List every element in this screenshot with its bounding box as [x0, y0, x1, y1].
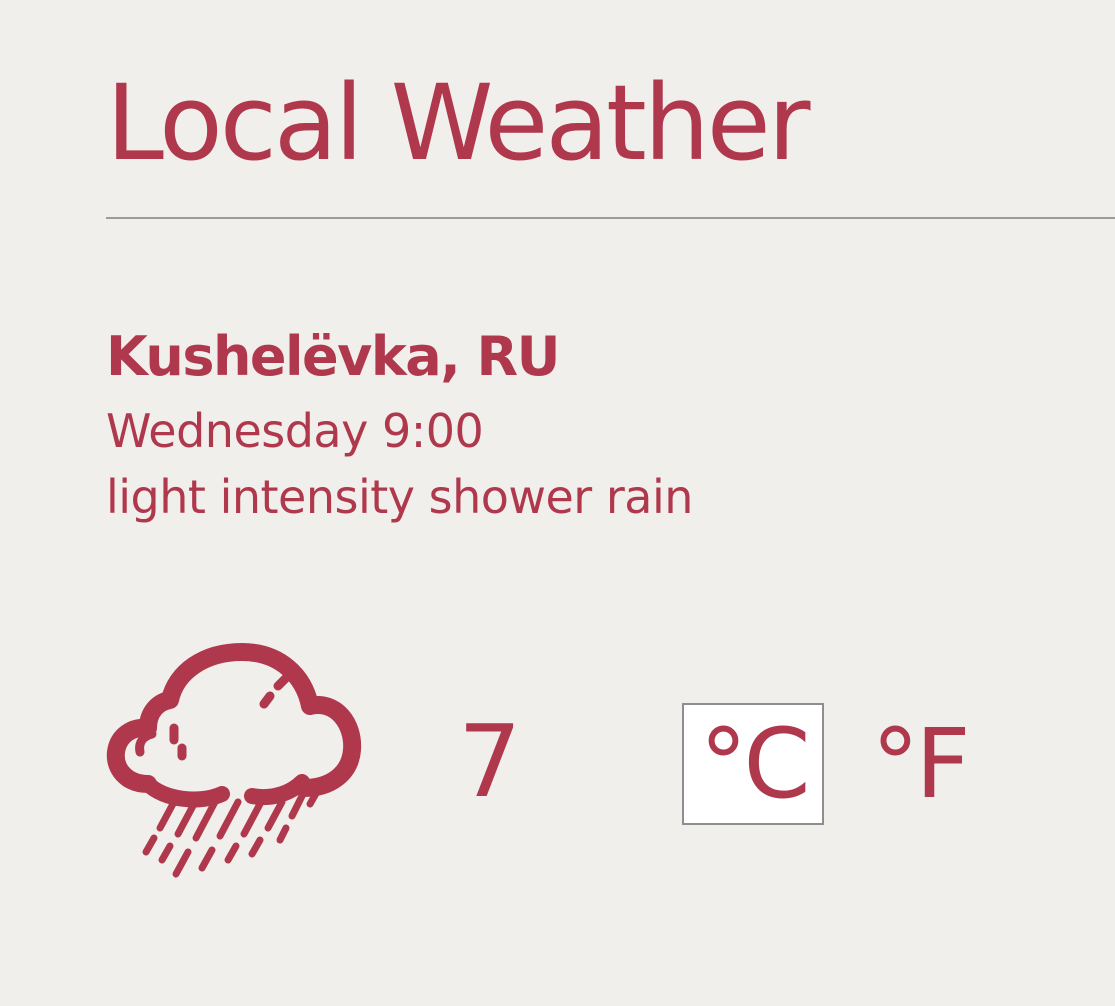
weather-description: light intensity shower rain — [106, 470, 693, 524]
temperature-value: 7 — [458, 703, 522, 820]
fahrenheit-toggle-button[interactable]: °F — [848, 703, 990, 825]
page-title: Local Weather — [106, 62, 810, 184]
title-divider — [106, 217, 1115, 219]
location-name: Kushelëvka, RU — [106, 325, 560, 388]
celsius-toggle-button[interactable]: °C — [682, 703, 824, 825]
weather-datetime: Wednesday 9:00 — [106, 404, 484, 458]
rain-cloud-icon — [106, 643, 362, 878]
weather-app: Local Weather Kushelëvka, RU Wednesday 9… — [0, 0, 1115, 1006]
